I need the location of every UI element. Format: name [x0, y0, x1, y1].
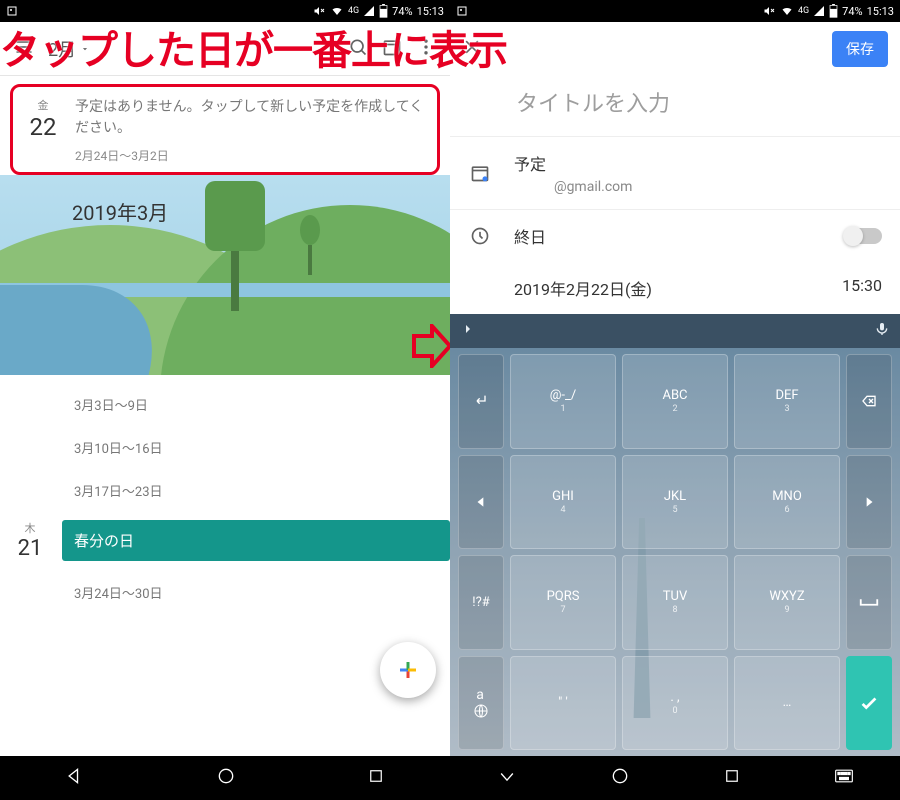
account-label: @gmail.com	[514, 179, 882, 195]
calendar-account-row[interactable]: 予定 @gmail.com	[450, 137, 900, 209]
nav-keyboard-icon[interactable]	[834, 768, 854, 788]
nav-recent-icon[interactable]	[367, 767, 385, 789]
screenshot-icon	[456, 5, 468, 17]
schedule-label: 予定	[514, 151, 882, 175]
week-row[interactable]: 3月3日～9日	[74, 383, 450, 426]
nav-back-icon[interactable]	[65, 766, 85, 790]
allday-row: 終日	[450, 210, 900, 262]
mute-icon	[312, 5, 326, 17]
keyboard-key[interactable]: " '	[510, 656, 616, 751]
allday-label: 終日	[514, 224, 822, 248]
chevron-down-icon	[80, 44, 90, 54]
start-time[interactable]: 15:30	[842, 276, 882, 300]
battery-label: 74%	[392, 5, 412, 18]
save-button[interactable]: 保存	[832, 31, 888, 67]
close-icon[interactable]	[462, 37, 482, 61]
holiday-day-number: 21	[10, 536, 50, 561]
keyboard-globe-key[interactable]: a	[458, 656, 504, 751]
keyboard-key[interactable]: ABC2	[622, 354, 728, 449]
clock-label: 15:13	[867, 5, 894, 18]
keyboard-space-key[interactable]	[846, 555, 892, 650]
overflow-icon[interactable]	[416, 37, 436, 61]
no-events-text: 予定はありません。タップして新しい予定を作成してください。	[75, 97, 427, 139]
allday-toggle[interactable]	[844, 228, 882, 244]
navbar	[0, 756, 450, 800]
keyboard-left-key[interactable]	[458, 455, 504, 550]
start-datetime-row[interactable]: 2019年2月22日(金) 15:30	[450, 262, 900, 314]
annotation-arrow-icon	[412, 324, 450, 372]
plus-icon	[396, 658, 420, 682]
keyboard-key[interactable]: DEF3	[734, 354, 840, 449]
week-row[interactable]: 3月17日～23日	[74, 469, 450, 512]
month-dropdown[interactable]: 2月	[48, 36, 90, 62]
keyboard-key[interactable]: !?#	[458, 555, 504, 650]
mute-icon	[762, 5, 776, 17]
selected-day-card[interactable]: 金 22 予定はありません。タップして新しい予定を作成してください。 2月24日…	[10, 84, 440, 175]
holiday-row[interactable]: 木 21 春分の日	[10, 520, 450, 561]
navbar	[450, 756, 900, 800]
wifi-icon	[330, 5, 344, 17]
keyboard-key[interactable]: JKL5	[622, 455, 728, 550]
nav-recent-icon[interactable]	[723, 767, 741, 789]
keyboard-left-hook-key[interactable]	[458, 354, 504, 449]
holiday-dow: 木	[10, 520, 50, 536]
phone-left: 4G 74% 15:13 2月	[0, 0, 450, 800]
start-date[interactable]: 2019年2月22日(金)	[514, 276, 652, 300]
nav-home-icon[interactable]	[610, 766, 630, 790]
statusbar: 4G 74% 15:13	[0, 0, 450, 22]
calendar-icon	[468, 163, 492, 183]
mic-icon[interactable]	[874, 321, 890, 341]
event-title-input[interactable]: タイトルを入力	[450, 76, 900, 136]
week-range: 2月24日～3月2日	[75, 147, 427, 164]
search-icon[interactable]	[348, 37, 368, 61]
keyboard-key[interactable]: TUV8	[622, 555, 728, 650]
month-header: 2019年3月	[72, 197, 168, 226]
keyboard-backspace-key[interactable]	[846, 354, 892, 449]
phone-right: 4G 74% 15:13 保存 タイトルを入力 予定 @gmail.com	[450, 0, 900, 800]
keyboard-key[interactable]: PQRS7	[510, 555, 616, 650]
signal-icon	[363, 5, 375, 17]
month-dropdown-label: 2月	[48, 36, 76, 62]
appbar-left: 2月	[0, 22, 450, 76]
keyboard-key[interactable]: MNO6	[734, 455, 840, 550]
nav-down-icon[interactable]	[497, 766, 517, 790]
keyboard-key[interactable]: GHI4	[510, 455, 616, 550]
network-label: 4G	[798, 6, 809, 16]
keyboard-suggestion-strip	[450, 314, 900, 348]
today-icon[interactable]	[382, 37, 402, 61]
wifi-icon	[780, 5, 794, 17]
clock-icon	[468, 226, 492, 246]
screenshot-icon	[6, 5, 18, 17]
battery-icon	[829, 4, 838, 18]
keyboard: @-_/1ABC2DEF3 GHI4JKL5MNO6 !?#PQRS7TUV8W…	[450, 348, 900, 756]
battery-label: 74%	[842, 5, 862, 18]
weeks-list: 3月3日～9日 3月10日～16日 3月17日～23日 木 21 春分の日 3月…	[0, 375, 450, 614]
statusbar: 4G 74% 15:13	[450, 0, 900, 22]
appbar-right: 保存	[450, 22, 900, 76]
selected-day-number: 22	[23, 113, 63, 141]
week-row[interactable]: 3月24日～30日	[74, 571, 450, 614]
keyboard-key[interactable]: @-_/1	[510, 354, 616, 449]
keyboard-key[interactable]: …	[734, 656, 840, 751]
nav-home-icon[interactable]	[216, 766, 236, 790]
keyboard-key[interactable]: WXYZ9	[734, 555, 840, 650]
keyboard-right-key[interactable]	[846, 455, 892, 550]
week-row[interactable]: 3月10日～16日	[74, 426, 450, 469]
holiday-event[interactable]: 春分の日	[62, 520, 450, 561]
signal-icon	[813, 5, 825, 17]
clock-label: 15:13	[417, 5, 444, 18]
menu-icon[interactable]	[14, 37, 34, 61]
month-illustration: 2019年3月	[0, 175, 450, 375]
battery-icon	[379, 4, 388, 18]
keyboard-enter-key[interactable]	[846, 656, 892, 751]
expand-icon[interactable]	[460, 321, 476, 341]
selected-dow: 金	[23, 97, 63, 113]
keyboard-key[interactable]: . ,0	[622, 656, 728, 751]
calendar-content: 金 22 予定はありません。タップして新しい予定を作成してください。 2月24日…	[0, 76, 450, 756]
network-label: 4G	[348, 6, 359, 16]
add-event-fab[interactable]	[380, 642, 436, 698]
